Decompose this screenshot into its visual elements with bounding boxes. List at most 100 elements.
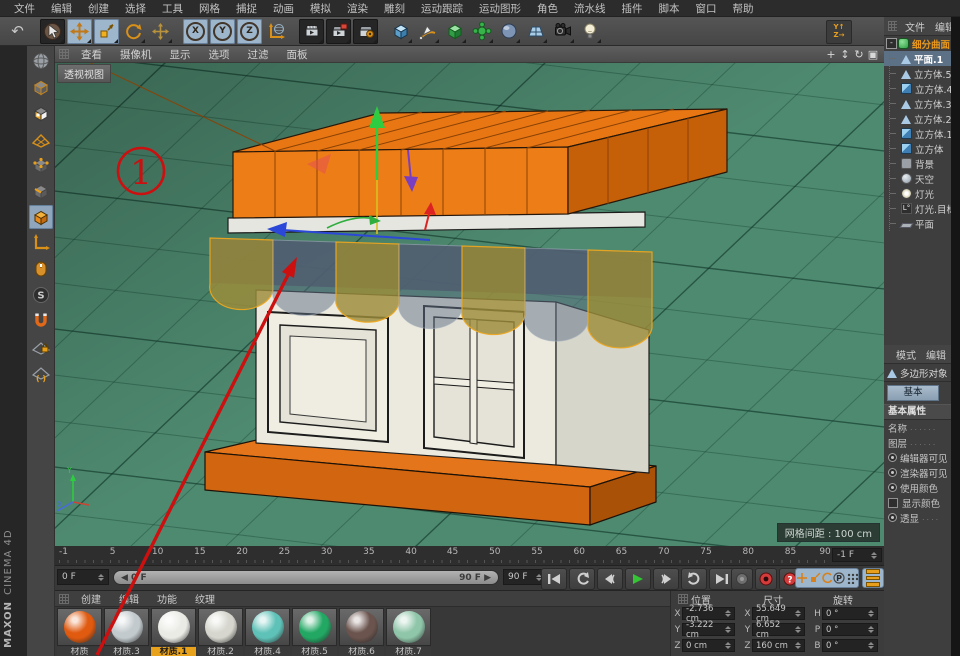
attr-menu-edit[interactable]: 编辑 [921,347,951,362]
workplane-mode-button[interactable] [29,127,53,151]
quantize-workplane-button[interactable]: ( ) [29,361,53,385]
attr-row-display-color[interactable]: 显示颜色 [884,495,951,510]
menu-render[interactable]: 渲染 [339,1,376,16]
expander-icon[interactable]: - [886,38,897,49]
menu-mograph[interactable]: 运动图形 [471,1,529,16]
attr-row-xray[interactable]: 透显.... [884,510,951,525]
tree-item-cube4[interactable]: 立方体.4 [884,81,951,96]
record-rotation-icon[interactable] [821,572,833,584]
model-mode-button[interactable] [29,75,53,99]
pan-view-icon[interactable]: + [824,48,838,61]
material-menu-function[interactable]: 功能 [148,591,186,606]
tree-item-target-light[interactable]: L°灯光.目标 [884,201,951,216]
timeline-range-slider[interactable]: ◀ 0 F 90 F ▶ [113,570,499,585]
live-selection-tool[interactable] [40,19,65,44]
material-item-selected[interactable]: 材质.1 [151,608,196,656]
menu-character[interactable]: 角色 [529,1,566,16]
position-z-field[interactable]: 0 cm [682,639,735,652]
rotate-tool[interactable] [121,19,146,44]
viewport-navigation-button[interactable] [29,257,53,281]
current-frame-field[interactable]: 0 F [57,569,109,585]
menu-script[interactable]: 脚本 [651,1,688,16]
render-settings-button[interactable] [353,19,378,44]
toggle-icon[interactable] [888,453,897,462]
size-z-field[interactable]: 160 cm [752,639,805,652]
size-y-field[interactable]: 6.652 cm [752,623,805,636]
add-spline-button[interactable] [415,19,440,44]
menu-simulate[interactable]: 模拟 [302,1,339,16]
coordinate-swap-button[interactable]: Y↑Z→ [826,20,852,44]
material-item[interactable]: 材质.7 [386,608,431,656]
spinner[interactable] [871,552,877,559]
autokeying-button[interactable] [755,568,777,590]
tree-item-cube3[interactable]: 立方体.3 [884,96,951,111]
toggle-panel-icon[interactable]: ▣ [866,48,880,61]
tree-item-light[interactable]: 灯光 [884,186,951,201]
edges-mode-button[interactable] [29,179,53,203]
render-to-picture-viewer-button[interactable] [326,19,351,44]
rotation-p-field[interactable]: 0 ° [822,623,878,636]
material-item[interactable]: 材质.2 [198,608,243,656]
panel-grip[interactable] [678,594,688,604]
panel-grip[interactable] [888,21,897,31]
lock-z-axis-button[interactable]: Z [237,19,262,44]
zoom-view-icon[interactable]: ↕ [838,48,852,61]
record-keyframe-button[interactable] [731,568,753,590]
material-menu-create[interactable]: 创建 [72,591,110,606]
add-cube-object-button[interactable] [388,19,413,44]
viewport-menu-display[interactable]: 显示 [161,47,200,62]
menu-pipeline[interactable]: 流水线 [566,1,614,16]
lock-workplane-button[interactable] [29,335,53,359]
next-key-button[interactable] [653,568,679,590]
position-y-field[interactable]: -3.222 cm [682,623,735,636]
attr-row-name[interactable]: 名称...... [884,420,951,435]
point-level-animation-icon[interactable] [846,572,858,584]
record-scale-icon[interactable] [809,572,821,584]
perspective-viewport[interactable]: Y X 查看 摄像机 显示 选项 过滤 面板 + ↕ ↻ ▣ 透视视图 网格间距… [55,46,884,546]
viewport-menu-view[interactable]: 查看 [72,47,111,62]
material-item[interactable]: 材质.5 [292,608,337,656]
material-menu-texture[interactable]: 纹理 [186,591,224,606]
tree-item-plane1[interactable]: 平面.1 [884,51,951,66]
polygons-mode-button[interactable] [29,205,53,229]
scale-tool[interactable] [94,19,119,44]
material-item[interactable]: 材质.4 [245,608,290,656]
axis-mode-button[interactable] [29,231,53,255]
size-x-field[interactable]: 55.649 cm [752,607,805,620]
checkbox-icon[interactable] [888,498,898,508]
add-environment-button[interactable] [496,19,521,44]
menu-file[interactable]: 文件 [6,1,43,16]
tree-item-cube[interactable]: 立方体 [884,141,951,156]
rotation-b-field[interactable]: 0 ° [822,639,878,652]
menu-select[interactable]: 选择 [117,1,154,16]
last-used-tool[interactable] [148,19,173,44]
lock-y-axis-button[interactable]: Y [210,19,235,44]
tree-item-cube2[interactable]: 立方体.2 [884,111,951,126]
menu-mesh[interactable]: 网格 [191,1,228,16]
add-light-button[interactable] [577,19,602,44]
viewport-menu-options[interactable]: 选项 [200,47,239,62]
record-position-icon[interactable] [796,572,808,584]
timeline-ruler[interactable]: -1 5 10 15 20 25 30 35 40 45 50 55 60 65… [55,546,884,566]
go-to-start-button[interactable] [541,568,567,590]
tree-item-cube1[interactable]: 立方体.1 [884,126,951,141]
timeline-window-button[interactable] [862,568,884,588]
panel-grip[interactable] [59,594,69,604]
rotation-h-field[interactable]: 0 ° [822,607,878,620]
viewport-menu-cameras[interactable]: 摄像机 [111,47,161,62]
menu-window[interactable]: 窗口 [688,1,725,16]
window-left[interactable] [268,312,388,442]
snap-settings-button[interactable]: S [29,283,53,307]
tree-item-sky[interactable]: 天空 [884,171,951,186]
move-tool[interactable] [67,19,92,44]
viewport-menu-filter[interactable]: 过滤 [239,47,278,62]
render-view-button[interactable] [299,19,324,44]
viewport-menu-panel[interactable]: 面板 [278,47,317,62]
material-menu-edit[interactable]: 编辑 [110,591,148,606]
lock-x-axis-button[interactable]: X [183,19,208,44]
menu-snap[interactable]: 捕捉 [228,1,265,16]
tree-item-background[interactable]: 背景 [884,156,951,171]
toggle-icon[interactable] [888,468,897,477]
add-floor-button[interactable] [523,19,548,44]
timeline-offset-field[interactable]: -1 F [832,548,882,562]
